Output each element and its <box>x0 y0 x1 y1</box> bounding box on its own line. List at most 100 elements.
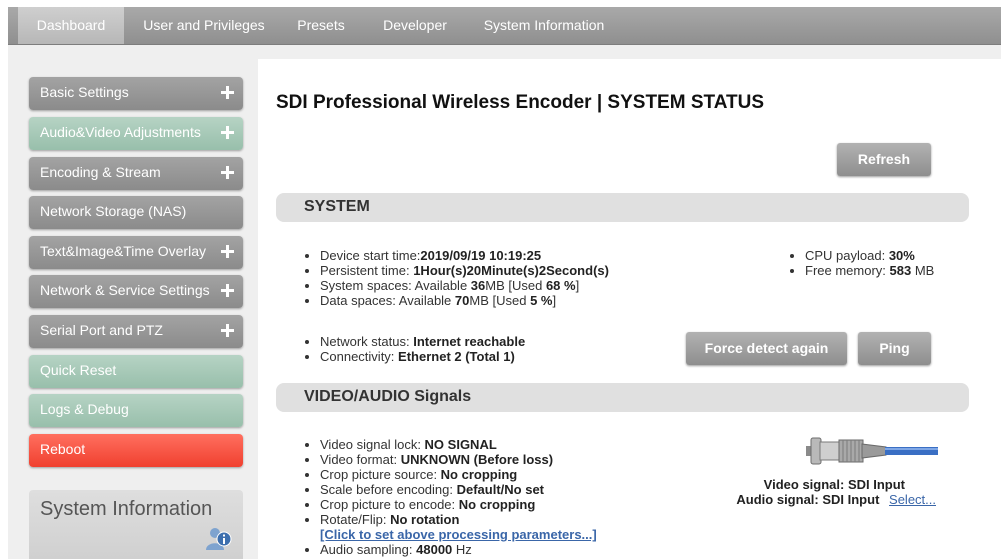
persistent-time-value: 1Hour(s)20Minute(s)2Second(s) <box>413 263 609 278</box>
cpu-payload-value: 30% <box>888 248 915 263</box>
video-format-value: UNKNOWN (Before loss) <box>400 452 554 467</box>
system-spaces-mid: MB [Used <box>485 278 546 293</box>
select-signal-link[interactable]: Select... <box>889 492 936 507</box>
sidebar-item-label: Encoding & Stream <box>40 164 161 180</box>
list-item: [Click to set above processing parameter… <box>320 527 597 542</box>
persistent-time-label: Persistent time: <box>320 263 414 278</box>
list-item: Data spaces: Available 70MB [Used 5 %] <box>320 293 609 308</box>
system-stats-list: Device start time:2019/09/19 10:19:25 Pe… <box>306 248 609 308</box>
network-status-value: Internet reachable <box>413 334 526 349</box>
list-item: Network status: Internet reachable <box>320 334 525 349</box>
rotate-label: Rotate/Flip: <box>320 512 391 527</box>
plus-icon[interactable] <box>221 166 234 179</box>
list-item: Audio sampling: 48000 Hz <box>320 542 597 557</box>
data-spaces-mid: MB [Used <box>469 293 531 308</box>
sidebar-item-label: Logs & Debug <box>40 401 129 417</box>
list-item: System spaces: Available 36MB [Used 68 %… <box>320 278 609 293</box>
sidebar-item-label: Network & Service Settings <box>40 282 210 298</box>
sidebar-item-text-image-time-overlay[interactable]: Text&Image&Time Overlay <box>29 236 243 269</box>
network-stats-list: Network status: Internet reachable Conne… <box>306 334 525 364</box>
sidebar-item-label: Text&Image&Time Overlay <box>40 243 206 259</box>
data-spaces-available: 70 <box>454 293 470 308</box>
tab-user-and-privileges[interactable]: User and Privileges <box>132 7 276 44</box>
system-spaces-label: System spaces: Available <box>320 278 471 293</box>
processing-parameters-link[interactable]: [Click to set above processing parameter… <box>320 527 597 542</box>
system-spaces-end: ] <box>575 278 580 293</box>
refresh-button[interactable]: Refresh <box>837 143 931 176</box>
video-lock-value: NO SIGNAL <box>424 437 497 452</box>
sidebar-item-label: Audio&Video Adjustments <box>40 124 201 140</box>
tab-presets[interactable]: Presets <box>288 7 354 44</box>
sidebar-item-encoding-stream[interactable]: Encoding & Stream <box>29 157 243 190</box>
list-item: Crop picture source: No cropping <box>320 467 597 482</box>
system-section-header: SYSTEM <box>276 193 969 222</box>
crop-encode-label: Crop picture to encode: <box>320 497 459 512</box>
sidebar-item-label: Serial Port and PTZ <box>40 322 163 338</box>
crop-encode-value: No cropping <box>458 497 536 512</box>
sidebar-item-network-service-settings[interactable]: Network & Service Settings <box>29 275 243 308</box>
free-memory-unit: MB <box>911 263 935 278</box>
sidebar-item-network-storage[interactable]: Network Storage (NAS) <box>29 196 243 229</box>
sidebar-item-logs-debug[interactable]: Logs & Debug <box>29 394 243 427</box>
system-information-title: System Information <box>40 498 213 520</box>
crop-source-label: Crop picture source: <box>320 467 441 482</box>
plus-icon[interactable] <box>221 284 234 297</box>
list-item: Persistent time: 1Hour(s)20Minute(s)2Sec… <box>320 263 609 278</box>
tab-developer[interactable]: Developer <box>374 7 456 44</box>
list-item: Video format: UNKNOWN (Before loss) <box>320 452 597 467</box>
list-item: Free memory: 583 MB <box>805 263 934 278</box>
audio-sampling-value: 48000 <box>416 542 453 557</box>
sidebar-item-label: Quick Reset <box>40 362 117 378</box>
audio-sampling-unit: Hz <box>452 542 472 557</box>
video-format-label: Video format: <box>320 452 401 467</box>
sidebar-item-label: Network Storage (NAS) <box>40 203 187 219</box>
sdi-cable-icon <box>806 437 938 465</box>
tab-system-information[interactable]: System Information <box>476 7 612 44</box>
system-heading: SYSTEM <box>304 198 370 215</box>
audio-signal-text: Audio signal: SDI Input <box>736 492 880 507</box>
plus-icon[interactable] <box>221 324 234 337</box>
list-item: CPU payload: 30% <box>805 248 934 263</box>
sidebar-item-reboot[interactable]: Reboot <box>29 434 243 467</box>
connectivity-label: Connectivity: <box>320 349 399 364</box>
plus-icon[interactable] <box>221 86 234 99</box>
list-item: Scale before encoding: Default/No set <box>320 482 597 497</box>
plus-icon[interactable] <box>221 126 234 139</box>
connectivity-value: Ethernet 2 (Total 1) <box>398 349 515 364</box>
list-item: Connectivity: Ethernet 2 (Total 1) <box>320 349 525 364</box>
device-start-value: 2019/09/19 10:19:25 <box>420 248 542 263</box>
data-spaces-label: Data spaces: Available <box>320 293 455 308</box>
sidebar-item-quick-reset[interactable]: Quick Reset <box>29 355 243 388</box>
system-spaces-used: 68 % <box>545 278 576 293</box>
tab-dashboard[interactable]: Dashboard <box>18 7 124 44</box>
sidebar-item-audio-video-adjustments[interactable]: Audio&Video Adjustments <box>29 117 243 150</box>
resource-stats-list: CPU payload: 30% Free memory: 583 MB <box>791 248 934 278</box>
top-nav: Dashboard User and Privileges Presets De… <box>8 7 1001 45</box>
sidebar-item-label: Reboot <box>40 441 86 457</box>
free-memory-value: 583 <box>889 263 912 278</box>
system-spaces-available: 36 <box>470 278 486 293</box>
force-detect-button[interactable]: Force detect again <box>686 332 847 365</box>
page-title: SDI Professional Wireless Encoder | SYST… <box>276 92 765 113</box>
audio-sampling-label: Audio sampling: <box>320 542 417 557</box>
plus-icon[interactable] <box>221 245 234 258</box>
signals-section-header: VIDEO/AUDIO Signals <box>276 383 969 412</box>
crop-source-value: No cropping <box>440 467 518 482</box>
data-spaces-used: 5 % <box>530 293 553 308</box>
ping-button[interactable]: Ping <box>858 332 931 365</box>
rotate-value: No rotation <box>390 512 460 527</box>
sidebar-item-basic-settings[interactable]: Basic Settings <box>29 77 243 110</box>
list-item: Video signal lock: NO SIGNAL <box>320 437 597 452</box>
cpu-payload-label: CPU payload: <box>805 248 889 263</box>
user-info-icon[interactable] <box>205 524 233 552</box>
data-spaces-end: ] <box>552 293 557 308</box>
sidebar-item-serial-port-ptz[interactable]: Serial Port and PTZ <box>29 315 243 348</box>
list-item: Crop picture to encode: No cropping <box>320 497 597 512</box>
free-memory-label: Free memory: <box>805 263 890 278</box>
header-band <box>8 45 1001 59</box>
signals-list: Video signal lock: NO SIGNAL Video forma… <box>306 437 597 557</box>
device-start-label: Device start time: <box>320 248 421 263</box>
sidebar-item-label: Basic Settings <box>40 84 129 100</box>
system-information-panel: System Information <box>29 490 243 559</box>
list-item: Rotate/Flip: No rotation <box>320 512 597 527</box>
